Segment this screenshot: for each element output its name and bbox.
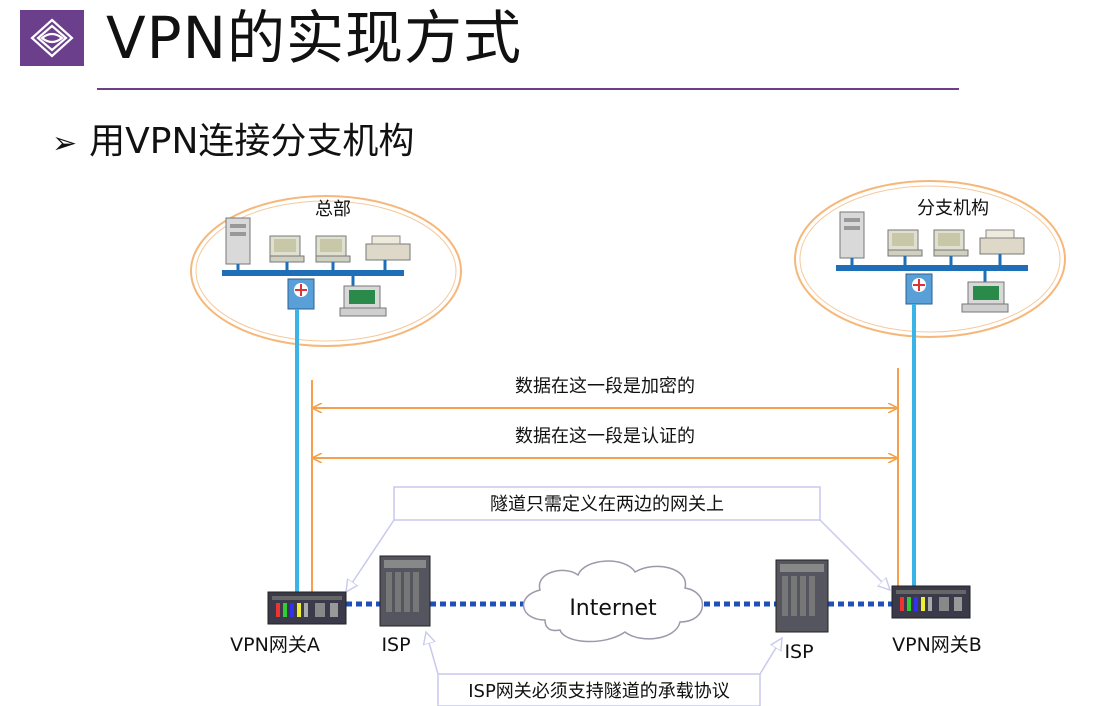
isp-left-label: ISP [381,634,410,656]
isp-router-left [379,555,431,627]
workstation-icon [269,235,305,270]
hq-router-icon [287,278,315,310]
authenticated-label: 数据在这一段是认证的 [515,426,695,447]
branch-site: 分支机构 [794,180,1066,338]
workstation-icon [887,229,923,265]
printer-icon [979,229,1025,265]
server-icon [839,211,865,265]
vpn-network-diagram: 总部 分支机构 数据在这一段是加密的 数据在这一段是认证的 隧道只需定义在两边的… [190,180,1066,706]
printer-icon [365,235,411,270]
isp-right-label: ISP [784,641,813,663]
internet-cloud: Internet [522,560,704,643]
server-icon [225,217,251,270]
branch-label: 分支机构 [917,198,989,219]
gateway-a-label: VPN网关A [230,634,320,656]
internet-label: Internet [569,596,657,621]
hq-label: 总部 [315,199,351,220]
workstation-icon [315,235,351,270]
desktop-computer-icon [961,281,1009,313]
desktop-computer-icon [339,285,387,317]
branch-router-icon [905,273,933,305]
isp-note-pointer-left [426,632,439,675]
workstation-icon [933,229,969,265]
isp-note: ISP网关必须支持隧道的承载协议 [468,681,730,702]
vpn-gateway-a [267,591,347,625]
branch-lan-bus [836,265,1028,271]
hq-site: 总部 [190,195,462,347]
gateway-b-label: VPN网关B [892,634,982,656]
tunnel-note: 隧道只需定义在两边的网关上 [490,494,724,515]
hq-lan-bus [222,270,404,276]
vpn-gateway-b [891,585,971,619]
isp-note-pointer-right [759,638,782,675]
tunnel-note-pointer-b [819,519,890,590]
encrypted-label: 数据在这一段是加密的 [515,376,695,397]
isp-router-right [775,559,829,633]
